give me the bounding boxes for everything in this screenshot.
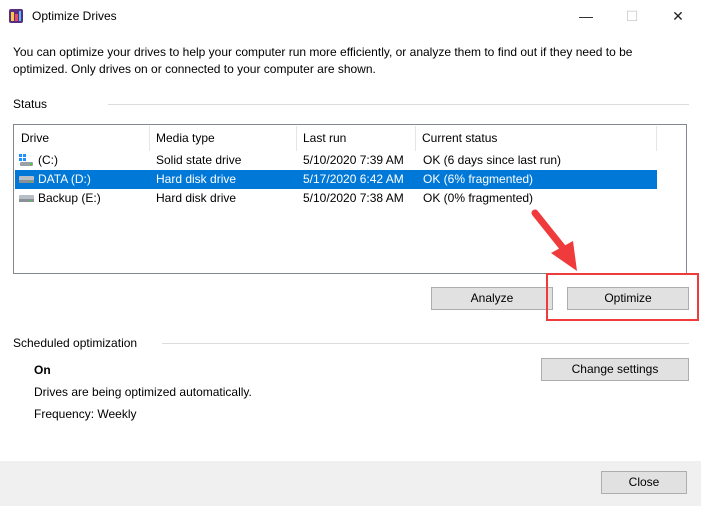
drive-current-status: OK (0% fragmented) <box>423 191 534 205</box>
scheduled-divider <box>162 343 689 344</box>
drives-list-header: Drive Media type Last run Current status <box>14 125 686 152</box>
optimize-highlight-box <box>546 273 699 321</box>
schedule-frequency: Frequency: Weekly <box>34 407 137 421</box>
drives-list[interactable]: Drive Media type Last run Current status… <box>13 124 687 274</box>
column-header-last-run[interactable]: Last run <box>296 125 415 152</box>
red-arrow-annotation <box>531 209 577 271</box>
column-header-drive[interactable]: Drive <box>14 125 149 152</box>
close-window-button[interactable]: ✕ <box>655 0 701 32</box>
window-title: Optimize Drives <box>32 9 117 23</box>
drive-row-d[interactable]: DATA (D:) Hard disk drive 5/17/2020 6:42… <box>15 170 657 189</box>
dialog-footer: Close <box>0 461 701 506</box>
drive-name: (C:) <box>38 153 58 167</box>
drive-media-type: Solid state drive <box>156 153 242 167</box>
schedule-message: Drives are being optimized automatically… <box>34 385 252 399</box>
schedule-state: On <box>34 363 51 377</box>
drive-row-c[interactable]: (C:) Solid state drive 5/10/2020 7:39 AM… <box>15 151 657 170</box>
drive-last-run: 5/17/2020 6:42 AM <box>303 172 404 186</box>
hard-drive-icon <box>19 195 34 202</box>
maximize-button[interactable]: ☐ <box>609 0 655 32</box>
hard-drive-icon <box>19 176 34 183</box>
optimize-drives-icon <box>9 9 23 23</box>
close-button[interactable]: Close <box>601 471 687 494</box>
drive-row-e[interactable]: Backup (E:) Hard disk drive 5/10/2020 7:… <box>15 189 657 208</box>
drive-current-status: OK (6% fragmented) <box>423 172 534 186</box>
column-header-media-type[interactable]: Media type <box>149 125 296 152</box>
analyze-button[interactable]: Analyze <box>431 287 553 310</box>
drive-media-type: Hard disk drive <box>156 191 237 205</box>
drive-name: Backup (E:) <box>38 191 101 205</box>
drive-last-run: 5/10/2020 7:38 AM <box>303 191 404 205</box>
status-section-label: Status <box>13 97 48 111</box>
scheduled-section-label: Scheduled optimization <box>13 336 138 350</box>
drive-name: DATA (D:) <box>38 172 91 186</box>
title-bar[interactable]: Optimize Drives — ☐ ✕ <box>0 0 701 32</box>
status-divider <box>108 104 689 105</box>
drive-media-type: Hard disk drive <box>156 172 237 186</box>
drive-last-run: 5/10/2020 7:39 AM <box>303 153 404 167</box>
minimize-button[interactable]: — <box>563 0 609 32</box>
description-text: You can optimize your drives to help you… <box>13 45 633 76</box>
change-settings-button[interactable]: Change settings <box>541 358 689 381</box>
column-separator[interactable] <box>656 126 657 151</box>
windows-drive-icon <box>19 154 33 166</box>
column-header-current-status[interactable]: Current status <box>415 125 656 152</box>
drive-current-status: OK (6 days since last run) <box>423 153 562 167</box>
